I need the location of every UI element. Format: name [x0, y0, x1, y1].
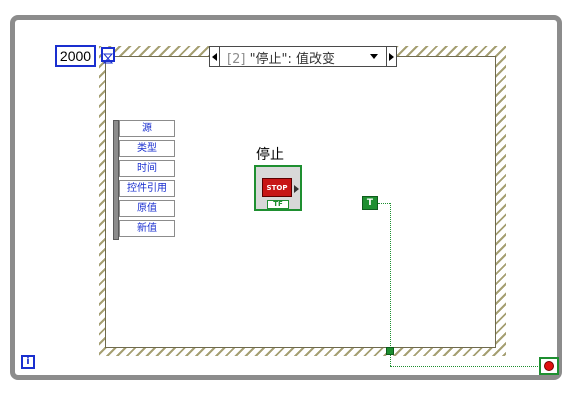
event-data-item[interactable]: 源: [119, 120, 175, 137]
boolean-wire[interactable]: [390, 203, 391, 366]
increment-case-button[interactable]: [386, 47, 396, 66]
iteration-terminal[interactable]: i: [21, 355, 35, 369]
event-data-item[interactable]: 类型: [119, 140, 175, 157]
event-data-item[interactable]: 控件引用: [119, 180, 175, 197]
event-data-item[interactable]: 原值: [119, 200, 175, 217]
stop-if-true-icon: [544, 361, 554, 371]
timeout-terminal-icon[interactable]: [101, 47, 115, 64]
dropdown-arrow-icon[interactable]: [370, 54, 378, 59]
decrement-case-button[interactable]: [210, 47, 220, 66]
stop-terminal-label[interactable]: 停止: [256, 144, 284, 164]
timeout-constant[interactable]: 2000: [55, 45, 96, 67]
true-constant[interactable]: T: [362, 196, 378, 210]
boolean-wire[interactable]: [390, 366, 540, 367]
event-data-node[interactable]: 源 类型 时间 控件引用 原值 新值: [113, 120, 175, 240]
boolean-type-badge: TF: [267, 200, 289, 209]
event-data-item[interactable]: 时间: [119, 160, 175, 177]
output-arrow-icon: [294, 185, 299, 193]
event-data-item[interactable]: 新值: [119, 220, 175, 237]
event-case-selector[interactable]: [2] "停止": 值改变: [209, 46, 397, 67]
output-tunnel[interactable]: [386, 347, 394, 355]
case-selector-label: [2] "停止": 值改变: [227, 52, 336, 67]
boolean-wire[interactable]: [378, 203, 390, 204]
right-arrow-icon: [389, 52, 394, 61]
stop-button-terminal[interactable]: STOP TF: [254, 165, 302, 211]
left-arrow-icon: [212, 52, 217, 61]
stop-button-icon: STOP: [262, 178, 292, 197]
loop-condition-terminal[interactable]: [539, 357, 559, 375]
